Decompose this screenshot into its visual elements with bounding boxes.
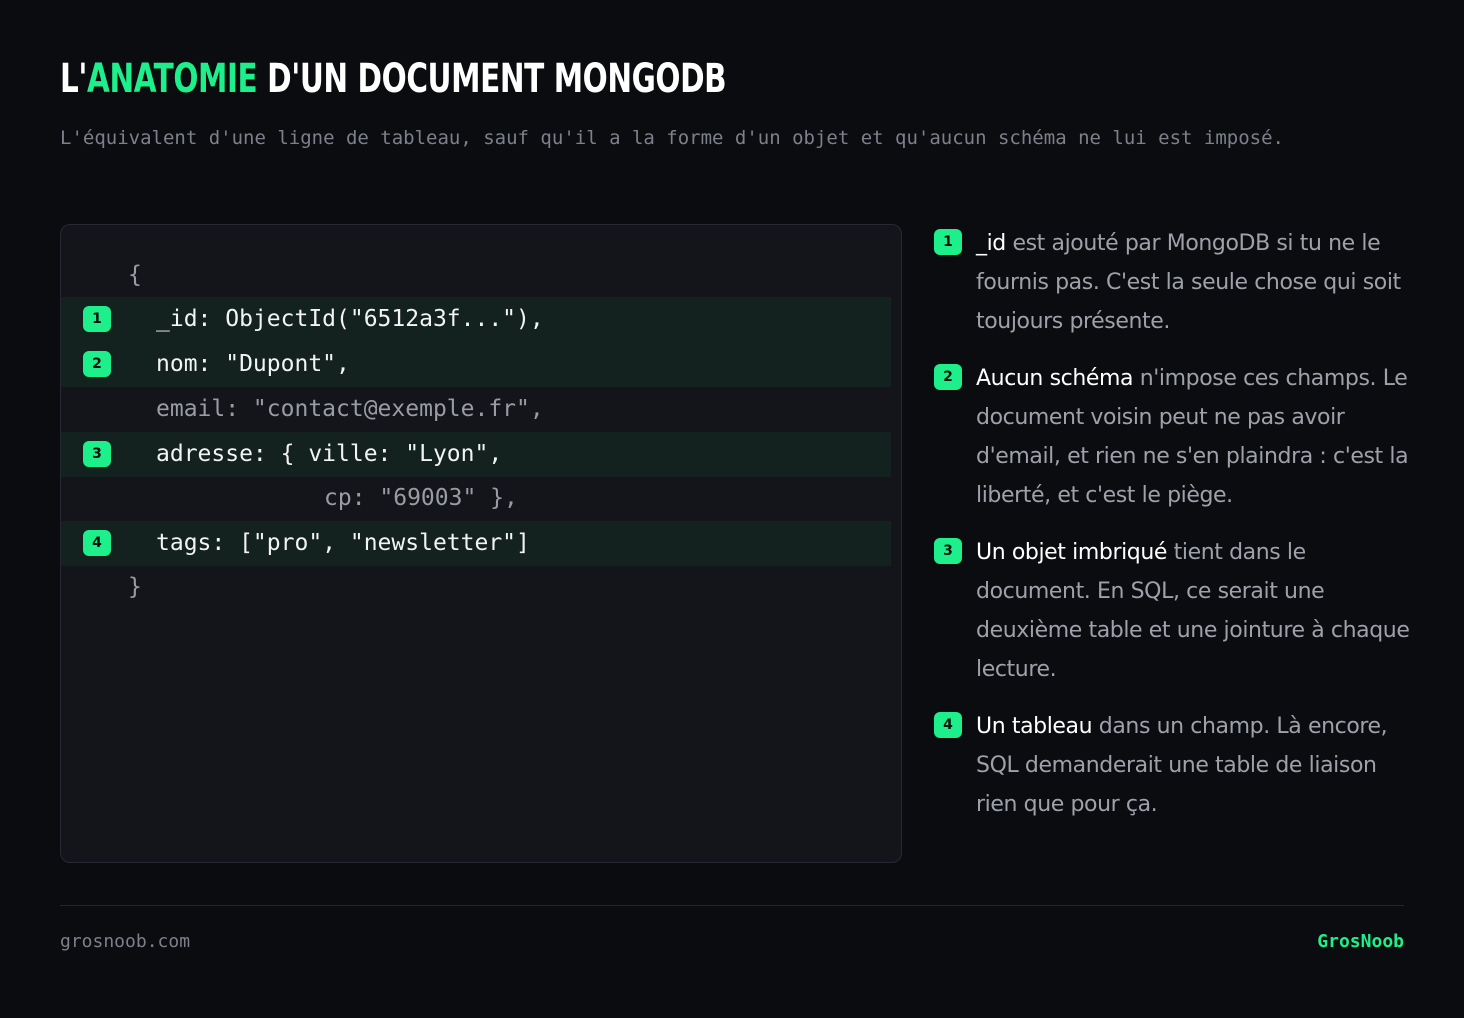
marker-badge: 3	[934, 538, 962, 564]
code-line: {	[61, 253, 891, 298]
annotation-keyword: Un tableau	[976, 714, 1093, 739]
annotation-item: 4 Un tableau dans un champ. Là encore, S…	[934, 707, 1414, 824]
title-suffix: D'UN DOCUMENT MONGODB	[257, 56, 727, 102]
annotation-text: Un tableau dans un champ. Là encore, SQL…	[976, 707, 1414, 824]
page-subtitle: L'équivalent d'une ligne de tableau, sau…	[60, 127, 1284, 149]
code-text: email: "contact@exemple.fr",	[156, 396, 544, 422]
code-line: }	[61, 565, 891, 610]
code-line-highlighted: 3 adresse: { ville: "Lyon",	[61, 432, 891, 477]
marker-badge: 1	[83, 306, 111, 332]
code-text: cp: "69003" },	[324, 485, 518, 511]
code-text: {	[128, 262, 142, 288]
marker-badge: 2	[83, 351, 111, 377]
title-prefix: L'	[60, 56, 88, 102]
code-text: tags: ["pro", "newsletter"]	[156, 530, 530, 556]
annotation-text: Un objet imbriqué tient dans le document…	[976, 533, 1414, 689]
annotation-item: 2 Aucun schéma n'impose ces champs. Le d…	[934, 359, 1414, 515]
footer-divider	[60, 905, 1404, 906]
marker-badge: 1	[934, 229, 962, 255]
marker-badge: 3	[83, 441, 111, 467]
annotation-keyword: _id	[976, 231, 1006, 256]
code-text: }	[128, 574, 142, 600]
code-text: adresse: { ville: "Lyon",	[156, 441, 503, 467]
code-line: cp: "69003" },	[61, 476, 891, 521]
marker-badge: 2	[934, 364, 962, 390]
code-text: _id: ObjectId("6512a3f..."),	[156, 306, 544, 332]
annotation-item: 1 _id est ajouté par MongoDB si tu ne le…	[934, 224, 1414, 341]
code-panel: { 1 _id: ObjectId("6512a3f..."), 2 nom: …	[60, 224, 902, 863]
code-line-highlighted: 2 nom: "Dupont",	[61, 342, 891, 387]
annotation-item: 3 Un objet imbriqué tient dans le docume…	[934, 533, 1414, 689]
code-line: email: "contact@exemple.fr",	[61, 387, 891, 432]
annotation-text: _id est ajouté par MongoDB si tu ne le f…	[976, 224, 1414, 341]
page-title: L'ANATOMIE D'UN DOCUMENT MONGODB	[60, 56, 727, 102]
marker-badge: 4	[83, 530, 111, 556]
annotation-body: est ajouté par MongoDB si tu ne le fourn…	[976, 231, 1401, 334]
title-accent: ANATOMIE	[87, 56, 258, 102]
annotation-keyword: Un objet imbriqué	[976, 540, 1168, 565]
footer-site-link[interactable]: grosnoob.com	[60, 931, 190, 952]
code-line-highlighted: 1 _id: ObjectId("6512a3f..."),	[61, 297, 891, 342]
annotation-list: 1 _id est ajouté par MongoDB si tu ne le…	[934, 224, 1414, 842]
annotation-keyword: Aucun schéma	[976, 366, 1134, 391]
code-line-highlighted: 4 tags: ["pro", "newsletter"]	[61, 521, 891, 566]
code-text: nom: "Dupont",	[156, 351, 350, 377]
annotation-text: Aucun schéma n'impose ces champs. Le doc…	[976, 359, 1414, 515]
marker-badge: 4	[934, 712, 962, 738]
footer-brand-logo: GrosNoob	[1317, 931, 1404, 952]
